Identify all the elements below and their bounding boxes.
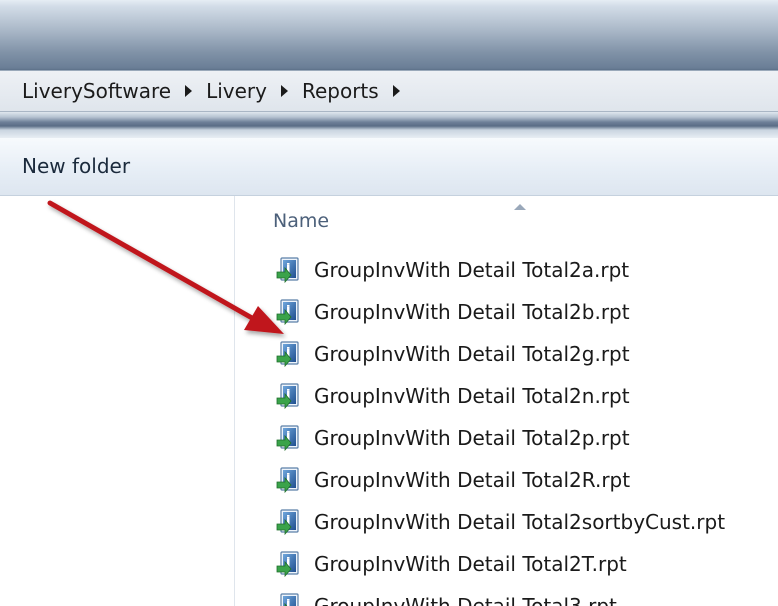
crystal-report-file-icon (276, 383, 299, 410)
file-name: GroupInvWith Detail Total2R.rpt (314, 468, 631, 492)
breadcrumb-item-livery[interactable]: Livery (206, 79, 267, 103)
crystal-report-file-icon (276, 425, 299, 452)
file-name: GroupInvWith Detail Total2T.rpt (314, 552, 627, 576)
window-title-bar (0, 0, 778, 70)
command-toolbar: New folder (0, 138, 778, 196)
breadcrumb-item-liverysoftware[interactable]: LiverySoftware (22, 79, 171, 103)
sort-ascending-icon (514, 204, 526, 210)
file-list-pane: Name GroupInvWith Detail Total2a.rpt Gro… (235, 196, 778, 606)
crystal-report-file-icon (276, 551, 299, 578)
file-row[interactable]: GroupInvWith Detail Total2p.rpt (273, 417, 725, 459)
new-folder-button[interactable]: New folder (20, 152, 132, 180)
file-row[interactable]: GroupInvWith Detail Total2a.rpt (273, 249, 725, 291)
file-row[interactable]: GroupInvWith Detail Total2T.rpt (273, 543, 725, 585)
breadcrumb-chevron-icon[interactable] (185, 85, 193, 97)
file-name: GroupInvWith Detail Total2sortbyCust.rpt (314, 510, 726, 534)
crystal-report-file-icon (276, 257, 299, 284)
crystal-report-file-icon (276, 509, 299, 536)
breadcrumb-item-reports[interactable]: Reports (302, 79, 379, 103)
file-name: GroupInvWith Detail Total2a.rpt (314, 258, 630, 282)
file-row[interactable]: GroupInvWith Detail Total3.rpt (273, 585, 725, 606)
file-name: GroupInvWith Detail Total2n.rpt (314, 384, 630, 408)
file-row[interactable]: GroupInvWith Detail Total2b.rpt (273, 291, 725, 333)
file-name: GroupInvWith Detail Total3.rpt (314, 594, 617, 606)
file-list: GroupInvWith Detail Total2a.rpt GroupInv… (273, 249, 725, 606)
crystal-report-file-icon (276, 299, 299, 326)
file-row[interactable]: GroupInvWith Detail Total2n.rpt (273, 375, 725, 417)
address-bar[interactable]: LiverySoftware Livery Reports (0, 70, 778, 112)
breadcrumb-chevron-icon[interactable] (392, 85, 400, 97)
crystal-report-file-icon (280, 593, 299, 606)
file-row[interactable]: GroupInvWith Detail Total2g.rpt (273, 333, 725, 375)
file-name: GroupInvWith Detail Total2g.rpt (314, 342, 630, 366)
breadcrumb-chevron-icon[interactable] (280, 85, 288, 97)
toolbar-divider (0, 112, 778, 138)
crystal-report-file-icon (276, 467, 299, 494)
crystal-report-file-icon (276, 341, 299, 368)
navigation-pane[interactable] (0, 196, 235, 606)
column-header-name[interactable]: Name (273, 210, 329, 232)
file-row[interactable]: GroupInvWith Detail Total2sortbyCust.rpt (273, 501, 725, 543)
file-row[interactable]: GroupInvWith Detail Total2R.rpt (273, 459, 725, 501)
file-name: GroupInvWith Detail Total2p.rpt (314, 426, 630, 450)
file-name: GroupInvWith Detail Total2b.rpt (314, 300, 630, 324)
